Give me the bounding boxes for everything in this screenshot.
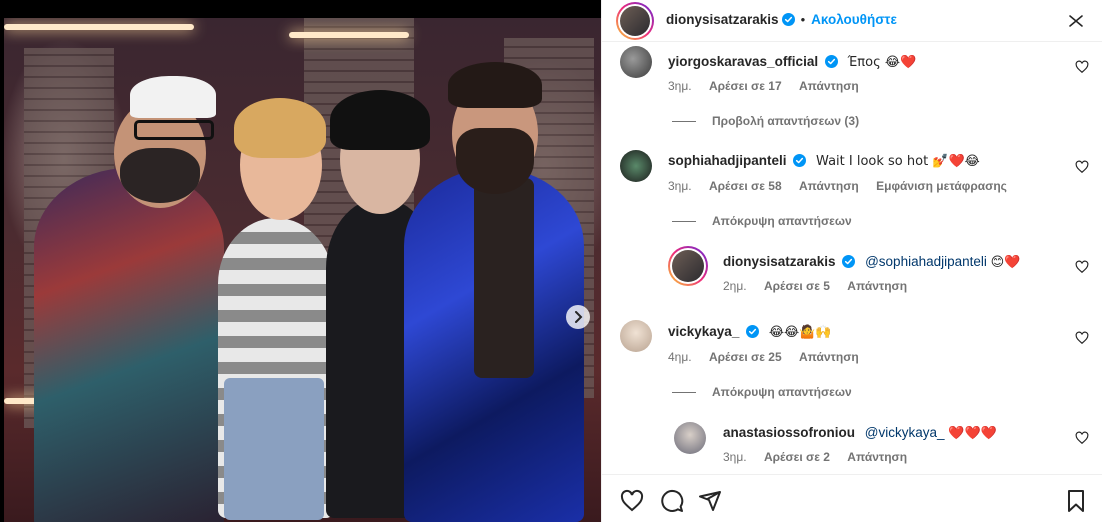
white-cap xyxy=(130,76,216,118)
glasses xyxy=(134,120,214,140)
comment-text: 😊❤️ xyxy=(990,255,1021,270)
reply-button[interactable]: Απάντηση xyxy=(799,179,859,193)
reply-button[interactable]: Απάντηση xyxy=(799,79,859,93)
comment-age: 2ημ. xyxy=(723,279,747,293)
view-replies-toggle[interactable]: Προβολή απαντήσεων (3) xyxy=(672,114,859,128)
heart-icon[interactable] xyxy=(1075,260,1089,274)
author-username[interactable]: dionysisatzarakis xyxy=(666,12,779,27)
jeans xyxy=(224,378,324,520)
comment-icon[interactable] xyxy=(660,489,684,513)
reply-button[interactable]: Απάντηση xyxy=(799,350,859,364)
comment-username[interactable]: yiorgoskaravas_official xyxy=(668,54,818,69)
comment-likes[interactable]: Αρέσει σε 17 xyxy=(709,79,782,93)
heart-icon[interactable] xyxy=(1075,431,1089,445)
chevron-right-icon xyxy=(575,311,583,323)
post-media-pane xyxy=(0,0,601,522)
post-header: dionysisatzarakis • Ακολουθήστε xyxy=(602,0,1102,42)
beard xyxy=(456,128,534,194)
separator-dot: • xyxy=(800,12,806,27)
shirt xyxy=(474,178,534,378)
stage-light xyxy=(4,24,194,30)
stage-light xyxy=(289,32,409,38)
comment-text: Wait I look so hot 💅❤️😂 xyxy=(816,154,980,169)
follow-button[interactable]: Ακολουθήστε xyxy=(811,12,897,27)
verified-icon xyxy=(842,255,856,268)
heart-icon[interactable] xyxy=(1075,331,1089,345)
comment-username[interactable]: dionysisatzarakis xyxy=(723,254,836,269)
dark-hair xyxy=(448,62,542,108)
comment-likes[interactable]: Αρέσει σε 5 xyxy=(764,279,830,293)
comment-age: 3ημ. xyxy=(668,179,692,193)
hide-replies-label: Απόκρυψη απαντήσεων xyxy=(712,385,852,399)
comment-mention[interactable]: @vickykaya_ xyxy=(865,425,945,440)
person-figure xyxy=(34,168,224,522)
hide-replies-label: Απόκρυψη απαντήσεων xyxy=(712,214,852,228)
hide-replies-toggle[interactable]: Απόκρυψη απαντήσεων xyxy=(672,385,852,399)
more-icon[interactable] xyxy=(1068,14,1084,28)
blonde-hair xyxy=(234,98,326,158)
comment-text: Έπος 😂❤️ xyxy=(847,55,917,70)
hide-replies-toggle[interactable]: Απόκρυψη απαντήσεων xyxy=(672,214,852,228)
commenter-avatar[interactable] xyxy=(668,246,708,286)
translate-button[interactable]: Εμφάνιση μετάφρασης xyxy=(876,179,1007,193)
reply-button[interactable]: Απάντηση xyxy=(847,450,907,464)
bookmark-icon[interactable] xyxy=(1064,489,1088,513)
heart-icon[interactable] xyxy=(1075,60,1089,74)
comment-text: 😂😂🤷🙌 xyxy=(768,325,832,340)
author-avatar[interactable] xyxy=(616,2,654,40)
commenter-avatar[interactable] xyxy=(620,320,652,352)
view-replies-label: Προβολή απαντήσεων (3) xyxy=(712,114,860,128)
commenter-avatar[interactable] xyxy=(674,422,706,454)
comment-age: 3ημ. xyxy=(668,79,692,93)
comment-text: ❤️❤️❤️ xyxy=(948,426,997,441)
dark-hair xyxy=(330,90,430,150)
comment-username[interactable]: anastasiossofroniou xyxy=(723,425,855,440)
comment-age: 4ημ. xyxy=(668,350,692,364)
comment-age: 3ημ. xyxy=(723,450,747,464)
comment-likes[interactable]: Αρέσει σε 58 xyxy=(709,179,782,193)
verified-icon xyxy=(746,325,760,338)
comment-username[interactable]: vickykaya_ xyxy=(668,324,739,339)
reply-button[interactable]: Απάντηση xyxy=(847,279,907,293)
commenter-avatar[interactable] xyxy=(620,150,652,182)
verified-icon xyxy=(781,13,795,26)
comments-list: yiorgoskaravas_official Έπος 😂❤️ 3ημ. Αρ… xyxy=(602,42,1102,474)
comment-username[interactable]: sophiahadjipanteli xyxy=(668,153,787,168)
post-sidebar: dionysisatzarakis • Ακολουθήστε yiorgosk… xyxy=(601,0,1102,522)
verified-icon xyxy=(793,154,807,167)
post-actions-bar xyxy=(602,474,1102,522)
comment-likes[interactable]: Αρέσει σε 25 xyxy=(709,350,782,364)
share-icon[interactable] xyxy=(698,489,722,513)
heart-icon[interactable] xyxy=(620,489,644,513)
heart-icon[interactable] xyxy=(1075,160,1089,174)
comment-likes[interactable]: Αρέσει σε 2 xyxy=(764,450,830,464)
post-photo xyxy=(4,18,601,522)
verified-icon xyxy=(824,55,838,68)
beard xyxy=(120,148,200,203)
commenter-avatar[interactable] xyxy=(620,46,652,78)
comment-mention[interactable]: @sophiahadjipanteli xyxy=(865,254,987,269)
next-photo-button[interactable] xyxy=(566,305,590,329)
